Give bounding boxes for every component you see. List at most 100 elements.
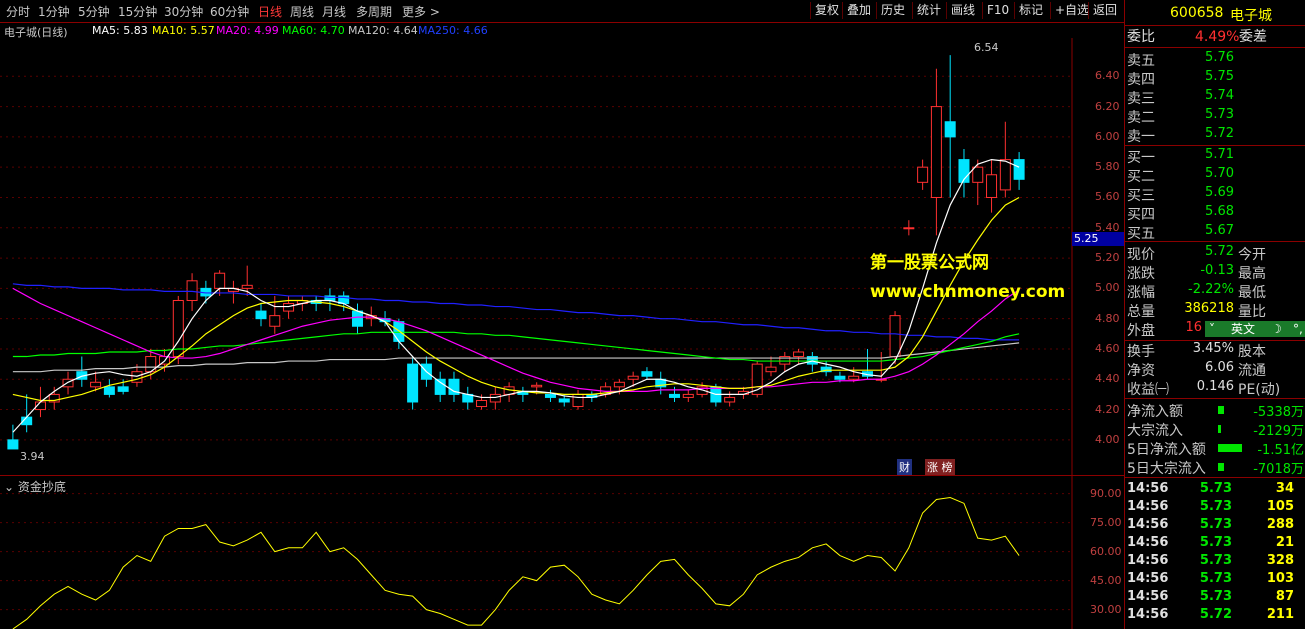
back-button[interactable]: 返回 xyxy=(1088,2,1121,19)
tick-price: 5.73 xyxy=(1199,553,1232,568)
tick-time: 14:56 xyxy=(1127,571,1169,586)
candle-body xyxy=(972,166,984,183)
candle-body xyxy=(917,166,929,183)
bid-price: 5.70 xyxy=(1205,166,1234,181)
candle-body xyxy=(103,386,115,395)
history-button[interactable]: 历史 xyxy=(876,2,909,19)
quote-label: 总量 xyxy=(1127,304,1155,320)
ask-label: 卖一 xyxy=(1127,129,1155,145)
tick-volume: 328 xyxy=(1266,553,1294,568)
mark-button[interactable]: 标记 xyxy=(1014,2,1047,19)
period-more[interactable]: 更多 > xyxy=(402,3,440,20)
quote-value: 5.72 xyxy=(1205,244,1234,259)
candle-body xyxy=(214,272,226,289)
flow-value: -1.51亿 xyxy=(1257,443,1304,458)
ime-widget[interactable]: ˅ 英文 ☽ °, xyxy=(1205,321,1305,337)
bid-price: 5.71 xyxy=(1205,147,1234,162)
draw-button[interactable]: 画线 xyxy=(946,2,979,19)
candle-body xyxy=(131,371,143,383)
period-monthly[interactable]: 月线 xyxy=(322,3,346,20)
indicator-tick: 30.00 xyxy=(1090,602,1122,616)
tick-price: 5.73 xyxy=(1199,589,1232,604)
quote-value: -0.13 xyxy=(1200,263,1234,278)
tick-volume: 34 xyxy=(1275,481,1294,496)
stats-button[interactable]: 统计 xyxy=(912,2,945,19)
candle-body xyxy=(434,378,446,395)
ask-label: 卖三 xyxy=(1127,91,1155,107)
candle-body xyxy=(544,393,556,398)
candle-body xyxy=(765,366,777,373)
wei-bi-label: 委比 xyxy=(1127,29,1155,45)
period-daily[interactable]: 日线 xyxy=(258,3,282,20)
period-1min[interactable]: 1分钟 xyxy=(38,3,70,20)
ma5-label: MA5: 5.83 xyxy=(92,24,148,37)
high-annotation: 6.54 xyxy=(974,41,999,54)
price-tick: 5.00 xyxy=(1095,281,1120,295)
candle-body xyxy=(255,310,267,320)
tick-price: 5.73 xyxy=(1199,571,1232,586)
watermark-title: 第一股票公式网 xyxy=(870,253,989,273)
stock-code: 600658 xyxy=(1170,5,1224,21)
add-watchlist-button[interactable]: +自选 xyxy=(1050,2,1093,19)
tick-price: 5.73 xyxy=(1199,499,1232,514)
candle-body xyxy=(999,159,1011,191)
finance-badge[interactable]: 财 xyxy=(897,459,912,475)
candle-body xyxy=(1013,159,1025,180)
candle-body xyxy=(283,303,295,312)
candle-body xyxy=(724,396,736,403)
ask-price: 5.75 xyxy=(1205,69,1234,84)
indicator-chart[interactable] xyxy=(0,476,1124,629)
ime-arrow-icon: ˅ xyxy=(1209,322,1215,336)
ask-label: 卖五 xyxy=(1127,53,1155,69)
flow-value: -2129万 xyxy=(1253,424,1304,439)
tick-time: 14:56 xyxy=(1127,499,1169,514)
period-5min[interactable]: 5分钟 xyxy=(78,3,110,20)
tick-time: 14:56 xyxy=(1127,589,1169,604)
candle-body xyxy=(393,321,405,342)
overlay-button[interactable]: 叠加 xyxy=(842,2,875,19)
bid-price: 5.68 xyxy=(1205,204,1234,219)
candle-body xyxy=(682,393,694,398)
candle-body xyxy=(834,375,846,380)
candle-body xyxy=(848,375,860,380)
quote-label: 现价 xyxy=(1127,247,1155,263)
quote-value: 386218 xyxy=(1184,301,1234,316)
candle-body xyxy=(793,351,805,358)
ask-price: 5.74 xyxy=(1205,88,1234,103)
bid-label: 买三 xyxy=(1127,188,1155,204)
period-multi[interactable]: 多周期 xyxy=(356,3,392,20)
bid-price: 5.67 xyxy=(1205,223,1234,238)
period-15min[interactable]: 15分钟 xyxy=(118,3,157,20)
quote-value: 3.45% xyxy=(1192,341,1234,356)
flow-bar xyxy=(1218,406,1224,414)
bid-label: 买四 xyxy=(1127,207,1155,223)
ma60-label: MA60: 4.70 xyxy=(282,24,345,37)
price-tick: 6.40 xyxy=(1095,69,1120,83)
adjust-button[interactable]: 复权 xyxy=(810,2,843,19)
indicator-tick: 75.00 xyxy=(1090,515,1122,529)
candle-body xyxy=(669,393,681,398)
rank-badge[interactable]: 涨 榜 xyxy=(925,459,955,475)
period-weekly[interactable]: 周线 xyxy=(290,3,314,20)
period-30min[interactable]: 30分钟 xyxy=(164,3,203,20)
candle-body xyxy=(476,399,488,408)
period-fenshi[interactable]: 分时 xyxy=(6,3,30,20)
candle-body xyxy=(117,386,129,392)
price-tick: 4.60 xyxy=(1095,341,1120,355)
flow-value: -7018万 xyxy=(1253,462,1304,477)
period-60min[interactable]: 60分钟 xyxy=(210,3,249,20)
tick-time: 14:56 xyxy=(1127,535,1169,550)
candle-body xyxy=(986,174,998,198)
quote-value: -2.22% xyxy=(1188,282,1234,297)
price-tick: 5.80 xyxy=(1095,160,1120,174)
candle-body xyxy=(407,363,419,403)
candle-body xyxy=(90,381,102,388)
waipan-label: 外盘 xyxy=(1127,323,1155,339)
moon-icon: ☽ xyxy=(1271,322,1282,336)
price-tick: 4.20 xyxy=(1095,402,1120,416)
ma10-label: MA10: 5.57 xyxy=(152,24,215,37)
f10-button[interactable]: F10 xyxy=(982,2,1013,19)
flow-bar xyxy=(1218,463,1224,471)
low-annotation: 3.94 xyxy=(20,450,45,463)
tick-price: 5.73 xyxy=(1199,481,1232,496)
